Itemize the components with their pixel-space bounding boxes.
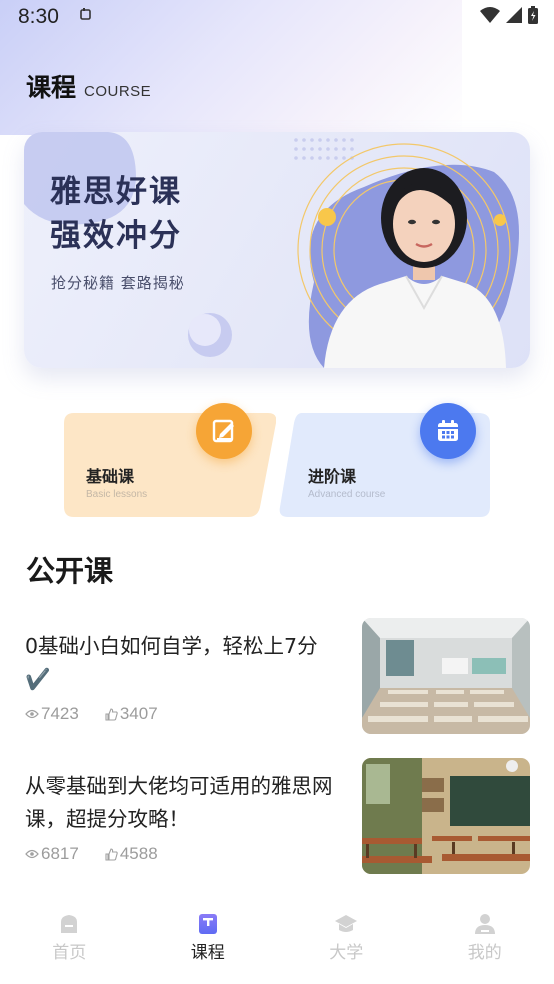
basic-lessons-card[interactable]: 基础课 Basic lessons: [64, 403, 276, 517]
graduation-cap-icon: [335, 915, 358, 932]
eye-icon: [25, 849, 39, 859]
banner-title: 雅思好课 强效冲分: [50, 174, 182, 254]
status-bar: 8:30: [0, 0, 554, 34]
nav-course[interactable]: 课程: [139, 900, 278, 984]
thumbs-up-icon: [105, 847, 118, 861]
basic-lessons-sublabel: Basic lessons: [86, 489, 148, 500]
course-title: 从零基础到大佬均可适用的雅思网课，超提分攻略！: [25, 774, 333, 831]
nav-university[interactable]: 大学: [277, 900, 416, 984]
promo-banner[interactable]: 雅思好课 强效冲分 抢分秘籍 套路揭秘: [24, 132, 530, 368]
section-title-open-courses: 公开课: [26, 554, 114, 588]
course-title: 0基础小白如何自学，轻松上7分✔️: [25, 634, 318, 691]
page-title: 课程: [26, 73, 77, 102]
basic-lessons-label: 基础课: [86, 467, 135, 486]
wifi-icon: [480, 7, 500, 23]
nav-profile[interactable]: 我的: [416, 900, 554, 984]
edit-icon: [196, 403, 252, 459]
advanced-course-label: 进阶课: [308, 467, 357, 486]
nav-label: 大学: [329, 943, 364, 963]
notification-icon: [80, 8, 91, 20]
course-thumbnail: [362, 618, 530, 734]
user-icon: [474, 914, 495, 934]
calendar-icon: [420, 403, 476, 459]
nav-home[interactable]: 首页: [0, 900, 139, 984]
advanced-course-sublabel: Advanced course: [308, 489, 386, 500]
home-icon: [61, 915, 78, 933]
thumbs-up-icon: [105, 707, 118, 721]
nav-label: 首页: [52, 943, 87, 963]
eye-icon: [25, 709, 39, 719]
course-stats: 6817 4588: [25, 844, 158, 864]
status-time: 8:30: [18, 5, 59, 28]
banner-subtitle: 抢分秘籍 套路揭秘: [51, 274, 185, 292]
page-subtitle: COURSE: [84, 83, 152, 100]
like-count: 3407: [105, 704, 158, 724]
bottom-navigation: 首页 课程 大学 我的: [0, 900, 554, 984]
battery-icon: [528, 6, 538, 24]
nav-label: 课程: [190, 943, 225, 963]
course-item[interactable]: 0基础小白如何自学，轻松上7分✔️ 7423 3407: [25, 618, 530, 734]
course-icon: [198, 914, 217, 934]
view-count: 6817: [25, 844, 79, 864]
course-stats: 7423 3407: [25, 704, 158, 724]
signal-icon: [506, 7, 522, 23]
advanced-course-card[interactable]: 进阶课 Advanced course: [278, 403, 490, 517]
course-thumbnail: [362, 758, 530, 874]
course-item[interactable]: 从零基础到大佬均可适用的雅思网课，超提分攻略！ 6817 4588: [25, 758, 530, 874]
view-count: 7423: [25, 704, 79, 724]
page-header: 课程 COURSE: [26, 68, 151, 104]
like-count: 4588: [105, 844, 158, 864]
nav-label: 我的: [467, 943, 502, 963]
